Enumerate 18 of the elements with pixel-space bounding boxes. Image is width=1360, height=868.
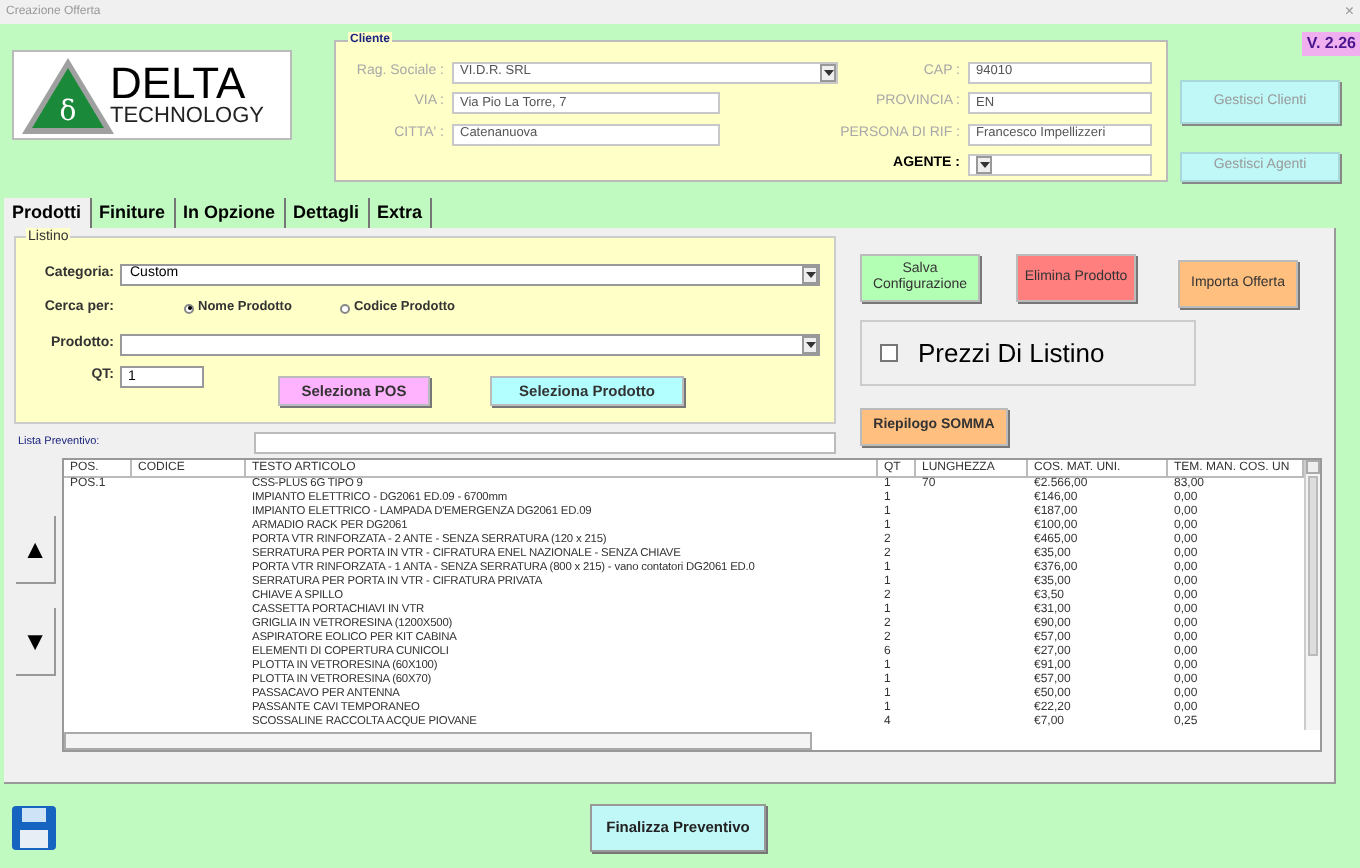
save-icon[interactable] xyxy=(10,804,58,852)
logo-subtitle: TECHNOLOGY xyxy=(110,104,265,128)
input-field[interactable] xyxy=(254,431,836,453)
dropdown-arrow-icon[interactable] xyxy=(802,265,818,283)
dropdown-arrow-icon[interactable] xyxy=(802,335,818,353)
checkbox[interactable] xyxy=(880,344,898,362)
dropdown-arrow-icon[interactable] xyxy=(820,63,836,81)
vertical-scrollbar[interactable] xyxy=(1304,460,1320,730)
radio-icon[interactable] xyxy=(184,303,194,313)
version-badge: V. 2.26 xyxy=(1302,32,1360,56)
move-down-button[interactable]: ▼ xyxy=(16,608,56,676)
dropdown-arrow-icon[interactable] xyxy=(976,156,992,174)
checkbox-label: Prezzi Di Listino xyxy=(918,335,1105,372)
move-up-button[interactable]: ▲ xyxy=(16,516,56,584)
tab[interactable]: Prodotti xyxy=(4,198,91,228)
horizontal-scrollbar[interactable] xyxy=(64,732,812,750)
radio-icon[interactable] xyxy=(339,303,350,313)
logo-name: DELTA xyxy=(110,62,246,106)
